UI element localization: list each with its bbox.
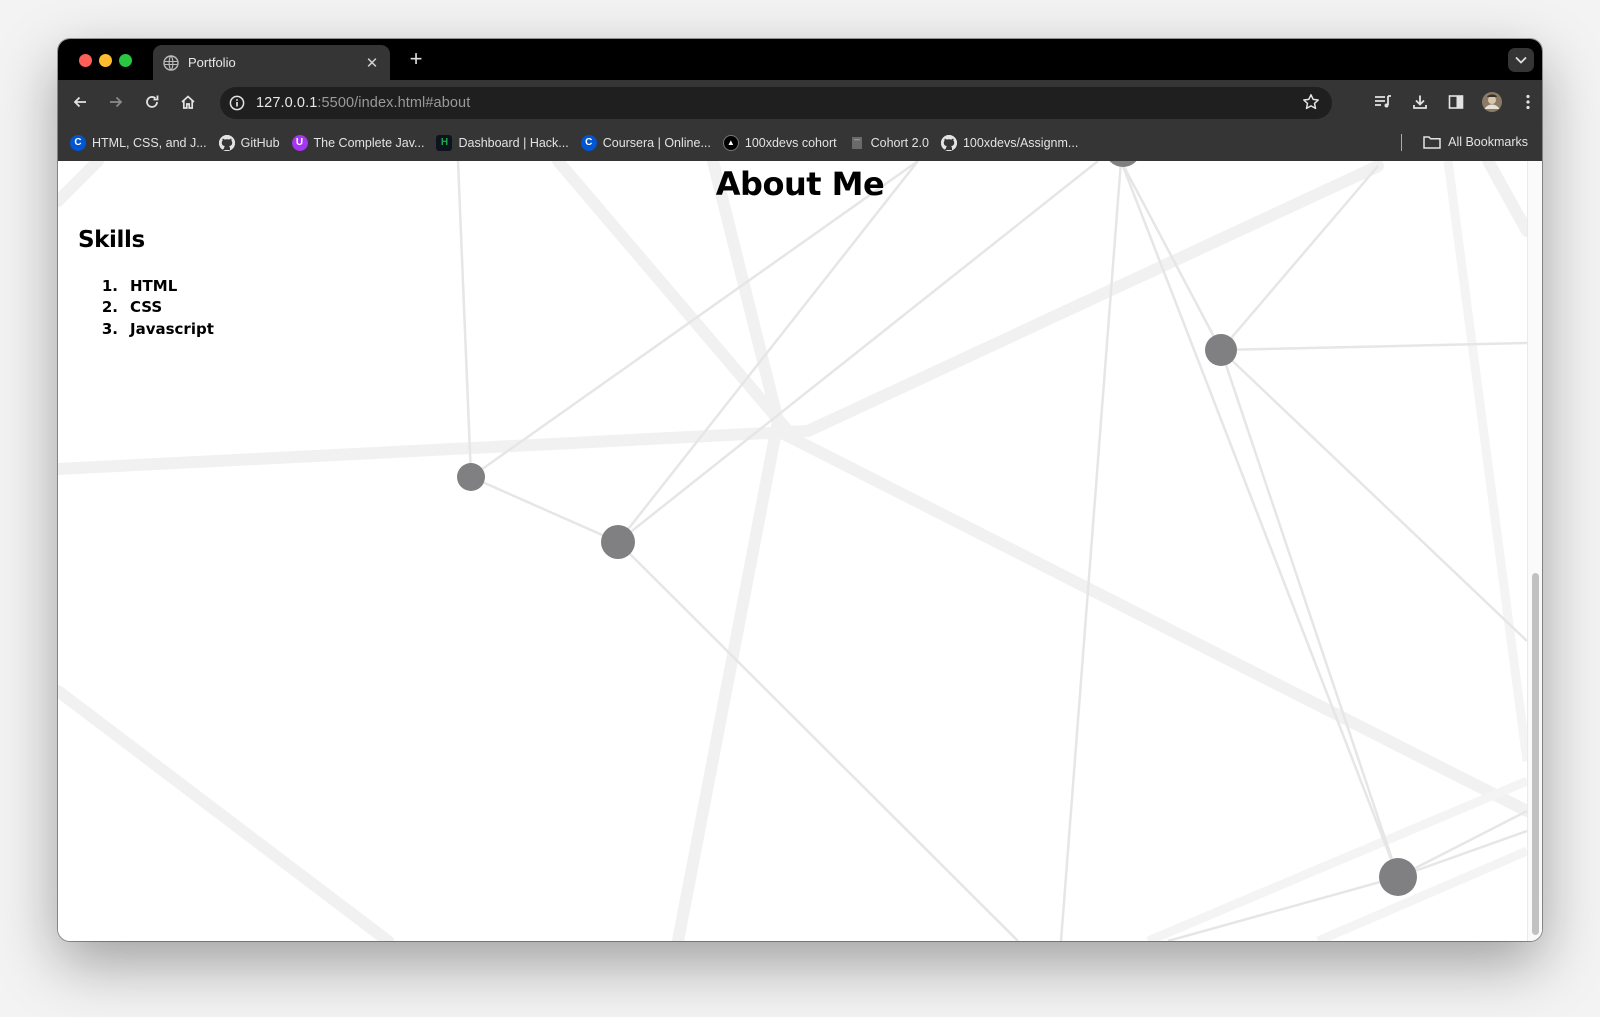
arrow-right-icon — [110, 96, 123, 108]
url-host: 127.0.0.1 — [256, 95, 318, 111]
home-icon — [181, 95, 195, 109]
home-button[interactable] — [176, 90, 200, 114]
bookmark-label: 100xdevs/Assignm... — [962, 135, 1079, 150]
list-item: 1. HTML — [100, 275, 214, 297]
address-bar[interactable]: 127.0.0.1:5500/index.html#about — [220, 87, 1332, 119]
list-item: 2. CSS — [100, 297, 214, 319]
bookmark-item[interactable]: C Coursera | Online... — [575, 130, 717, 156]
queue-music-icon — [1375, 95, 1391, 108]
all-bookmarks-button[interactable]: All Bookmarks — [1423, 129, 1528, 155]
coursera-icon: C — [580, 134, 597, 151]
download-icon — [1413, 95, 1427, 109]
tab-search-button[interactable] — [1508, 48, 1534, 72]
tab-portfolio[interactable]: Portfolio ✕ — [153, 45, 390, 80]
avatar — [1482, 92, 1502, 112]
toolbar: 127.0.0.1:5500/index.html#about — [58, 80, 1542, 124]
chevron-down-icon — [1515, 56, 1527, 64]
minimize-window-button[interactable] — [99, 54, 112, 67]
bookmark-star-icon[interactable] — [1302, 93, 1320, 116]
vertical-scrollbar[interactable] — [1527, 161, 1542, 941]
network-background — [58, 161, 1527, 941]
skills-list: 1. HTML 2. CSS 3. Javascript — [100, 275, 214, 340]
list-number: 2. — [101, 298, 118, 317]
triangle-icon: ▲ — [722, 134, 739, 151]
back-button[interactable] — [68, 90, 92, 114]
hackerrank-icon: H — [436, 134, 453, 151]
bookmark-item[interactable]: H Dashboard | Hack... — [430, 130, 574, 156]
plus-icon: + — [409, 46, 423, 71]
bookmark-label: GitHub — [240, 135, 280, 150]
page-icon — [849, 135, 865, 151]
profile-button[interactable] — [1480, 90, 1504, 114]
udemy-icon: U — [291, 134, 308, 151]
list-number: 1. — [101, 276, 118, 295]
close-window-button[interactable] — [79, 54, 92, 67]
bookmark-item[interactable]: 100xdevs/Assignm... — [935, 130, 1084, 156]
bookmark-label: The Complete Jav... — [313, 135, 425, 150]
bookmark-label: Coursera | Online... — [602, 135, 711, 150]
new-tab-button[interactable]: + — [403, 47, 429, 73]
bookmark-item[interactable]: U The Complete Jav... — [286, 130, 431, 156]
github-icon — [218, 134, 235, 151]
maximize-window-button[interactable] — [119, 54, 132, 67]
bookmark-label: 100xdevs cohort — [744, 135, 837, 150]
tab-strip: Portfolio ✕ + — [58, 39, 1542, 80]
skill-label: HTML — [130, 276, 178, 295]
reading-list-button[interactable] — [1371, 90, 1395, 114]
bookmark-label: Dashboard | Hack... — [458, 135, 569, 150]
list-item: 3. Javascript — [100, 318, 214, 340]
bookmark-label: Cohort 2.0 — [870, 135, 929, 150]
downloads-button[interactable] — [1408, 90, 1432, 114]
coursera-icon: C — [70, 134, 86, 151]
skill-label: CSS — [130, 298, 163, 317]
all-bookmarks-label: All Bookmarks — [1448, 135, 1528, 149]
side-panel-button[interactable] — [1444, 90, 1468, 114]
site-info-icon[interactable] — [222, 88, 252, 118]
bookmark-item[interactable]: Cohort 2.0 — [843, 130, 935, 156]
arrow-left-icon — [73, 96, 86, 108]
globe-icon — [163, 54, 179, 71]
bookmark-item[interactable]: ▲ 100xdevs cohort — [717, 130, 843, 156]
bookmark-item[interactable]: GitHub — [213, 130, 286, 156]
tab-title: Portfolio — [188, 55, 236, 70]
url-path: :5500/index.html#about — [317, 95, 471, 111]
page-viewport: About Me Skills 1. HTML 2. CSS 3. Javasc… — [58, 161, 1542, 941]
github-icon — [940, 134, 957, 151]
browser-window: Portfolio ✕ + 127.0.0.1:5500/index.html#… — [58, 39, 1542, 941]
list-number: 3. — [101, 319, 118, 338]
reload-button[interactable] — [140, 90, 164, 114]
close-icon[interactable]: ✕ — [364, 54, 380, 72]
page-title: About Me — [715, 165, 885, 203]
url-text: 127.0.0.1:5500/index.html#about — [256, 95, 470, 111]
folder-icon — [1423, 136, 1441, 149]
bookmarks-divider — [1401, 134, 1402, 151]
scrollbar-thumb[interactable] — [1532, 573, 1539, 935]
skills-heading: Skills — [78, 227, 145, 253]
more-vert-icon — [1526, 94, 1530, 110]
forward-button[interactable] — [104, 90, 128, 114]
bookmark-item[interactable]: C HTML, CSS, and J... — [64, 130, 213, 156]
bookmarks-bar: C HTML, CSS, and J... GitHub U The Compl… — [58, 124, 1542, 161]
side-panel-icon — [1448, 95, 1464, 109]
bookmark-label: HTML, CSS, and J... — [92, 135, 207, 150]
menu-button[interactable] — [1516, 90, 1540, 114]
skill-label: Javascript — [130, 319, 214, 338]
reload-icon — [146, 95, 159, 108]
